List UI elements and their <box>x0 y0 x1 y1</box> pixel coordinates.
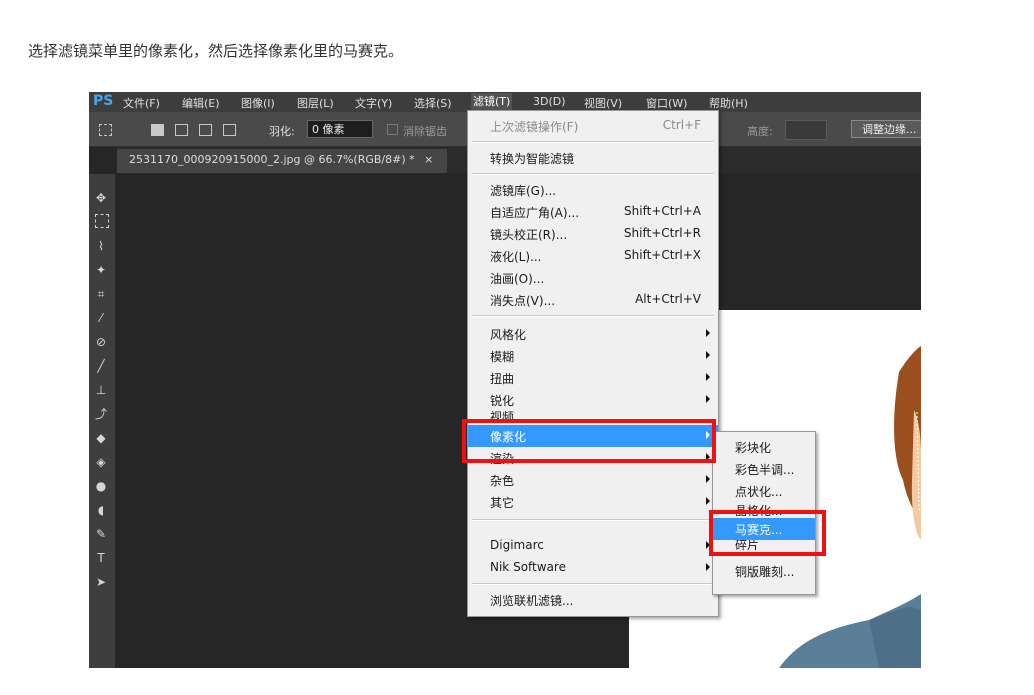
menu-edit[interactable]: 编辑(E) <box>182 95 220 111</box>
menu-item-liquify[interactable]: 液化(L)... Shift+Ctrl+X <box>468 245 718 267</box>
submenu-arrow-icon <box>706 351 710 359</box>
close-icon[interactable]: × <box>424 153 433 166</box>
feather-input[interactable]: 0 像素 <box>307 120 373 138</box>
menu-separator <box>472 315 714 317</box>
submenu-arrow-icon <box>706 497 710 505</box>
move-tool-icon[interactable]: ✥ <box>93 190 109 206</box>
gradient-tool-icon[interactable]: ◈ <box>93 454 109 470</box>
antialias-checkbox[interactable] <box>387 124 398 135</box>
dodge-tool-icon[interactable]: ◖ <box>93 502 109 518</box>
submenu-arrow-icon <box>706 329 710 337</box>
menu-separator <box>472 141 714 143</box>
menu-layer[interactable]: 图层(L) <box>297 95 334 111</box>
crop-tool-icon[interactable]: ⌗ <box>93 286 109 302</box>
annotation-highlight-mosaic <box>709 510 826 556</box>
healing-brush-tool-icon[interactable]: ⊘ <box>93 334 109 350</box>
new-selection-icon[interactable] <box>151 124 164 136</box>
menu-separator <box>472 583 714 585</box>
page-caption: 选择滤镜菜单里的像素化，然后选择像素化里的马赛克。 <box>28 42 404 60</box>
menu-item-stylize[interactable]: 风格化 <box>468 323 718 345</box>
submenu-arrow-icon <box>706 395 710 403</box>
submenu-arrow-icon <box>706 475 710 483</box>
type-tool-icon[interactable]: T <box>93 550 109 566</box>
path-selection-tool-icon[interactable]: ➤ <box>93 574 109 590</box>
eyedropper-tool-icon[interactable]: ⁄ <box>93 310 109 326</box>
menu-item-lens-correction[interactable]: 镜头校正(R)... Shift+Ctrl+R <box>468 223 718 245</box>
submenu-item-facet[interactable]: 彩块化 <box>713 436 815 458</box>
filter-menu: 上次滤镜操作(F) Ctrl+F 转换为智能滤镜 滤镜库(G)... 自适应广角… <box>467 110 719 617</box>
add-selection-icon[interactable] <box>175 124 188 136</box>
submenu-arrow-icon <box>706 373 710 381</box>
menu-window[interactable]: 窗口(W) <box>646 95 687 111</box>
subtract-selection-icon[interactable] <box>199 124 212 136</box>
menu-separator <box>472 519 714 521</box>
submenu-arrow-icon <box>706 563 710 571</box>
menu-view[interactable]: 视图(V) <box>584 95 622 111</box>
submenu-item-mezzotint[interactable]: 铜版雕刻... <box>713 560 815 582</box>
antialias-label: 消除锯齿 <box>403 125 447 138</box>
pen-tool-icon[interactable]: ✎ <box>93 526 109 542</box>
feather-label: 羽化: <box>269 125 295 138</box>
menu-3d[interactable]: 3D(D) <box>533 95 566 108</box>
menu-item-last-filter[interactable]: 上次滤镜操作(F) Ctrl+F <box>468 115 718 137</box>
menu-type[interactable]: 文字(Y) <box>355 95 392 111</box>
submenu-item-color-halftone[interactable]: 彩色半调... <box>713 458 815 480</box>
menu-separator <box>472 173 714 175</box>
tools-panel: ✥ ⌇ ✦ ⌗ ⁄ ⊘ ╱ ⊥ ⤴ ◆ ◈ ● ◖ ✎ T ➤ <box>89 174 115 668</box>
menu-item-noise[interactable]: 杂色 <box>468 469 718 491</box>
photoshop-screenshot: PS 文件(F) 编辑(E) 图像(I) 图层(L) 文字(Y) 选择(S) 滤… <box>89 92 921 668</box>
menu-bar: PS 文件(F) 编辑(E) 图像(I) 图层(L) 文字(Y) 选择(S) 滤… <box>89 92 921 112</box>
menu-help[interactable]: 帮助(H) <box>709 95 748 111</box>
menu-filter[interactable]: 滤镜(T) <box>471 93 513 111</box>
menu-item-nik-software[interactable]: Nik Software <box>468 557 718 579</box>
clone-stamp-tool-icon[interactable]: ⊥ <box>93 382 109 398</box>
menu-item-vanishing-point[interactable]: 消失点(V)... Alt+Ctrl+V <box>468 289 718 311</box>
menu-item-digimarc[interactable]: Digimarc <box>468 535 718 557</box>
brush-tool-icon[interactable]: ╱ <box>93 358 109 374</box>
menu-item-convert-smart-filter[interactable]: 转换为智能滤镜 <box>468 147 718 169</box>
menu-item-other[interactable]: 其它 <box>468 491 718 513</box>
rectangular-marquee-tool-icon[interactable] <box>95 214 109 228</box>
document-tab[interactable]: 2531170_000920915000_2.jpg @ 66.7%(RGB/8… <box>117 149 447 173</box>
menu-select[interactable]: 选择(S) <box>414 95 452 111</box>
menu-item-blur[interactable]: 模糊 <box>468 345 718 367</box>
menu-item-adaptive-wide-angle[interactable]: 自适应广角(A)... Shift+Ctrl+A <box>468 201 718 223</box>
intersect-selection-icon[interactable] <box>223 124 236 136</box>
menu-item-sharpen[interactable]: 锐化 <box>468 389 718 411</box>
blur-tool-icon[interactable]: ● <box>93 478 109 494</box>
annotation-highlight-pixelate <box>462 419 716 463</box>
document-tab-label: 2531170_000920915000_2.jpg @ 66.7%(RGB/8… <box>129 153 415 166</box>
lasso-tool-icon[interactable]: ⌇ <box>93 238 109 254</box>
marquee-preset-icon[interactable] <box>99 124 112 136</box>
height-input[interactable] <box>785 120 827 140</box>
menu-image[interactable]: 图像(I) <box>241 95 275 111</box>
eraser-tool-icon[interactable]: ◆ <box>93 430 109 446</box>
history-brush-tool-icon[interactable]: ⤴ <box>93 406 109 422</box>
menu-item-oil-paint[interactable]: 油画(O)... <box>468 267 718 289</box>
ps-logo: PS <box>93 93 114 109</box>
magic-wand-tool-icon[interactable]: ✦ <box>93 262 109 278</box>
height-label: 高度: <box>747 125 773 138</box>
menu-item-distort[interactable]: 扭曲 <box>468 367 718 389</box>
refine-edge-button[interactable]: 调整边缘... <box>851 120 921 138</box>
menu-item-browse-online-filters[interactable]: 浏览联机滤镜... <box>468 589 718 611</box>
menu-file[interactable]: 文件(F) <box>123 95 160 111</box>
menu-item-filter-gallery[interactable]: 滤镜库(G)... <box>468 179 718 201</box>
submenu-item-pointillize[interactable]: 点状化... <box>713 480 815 502</box>
